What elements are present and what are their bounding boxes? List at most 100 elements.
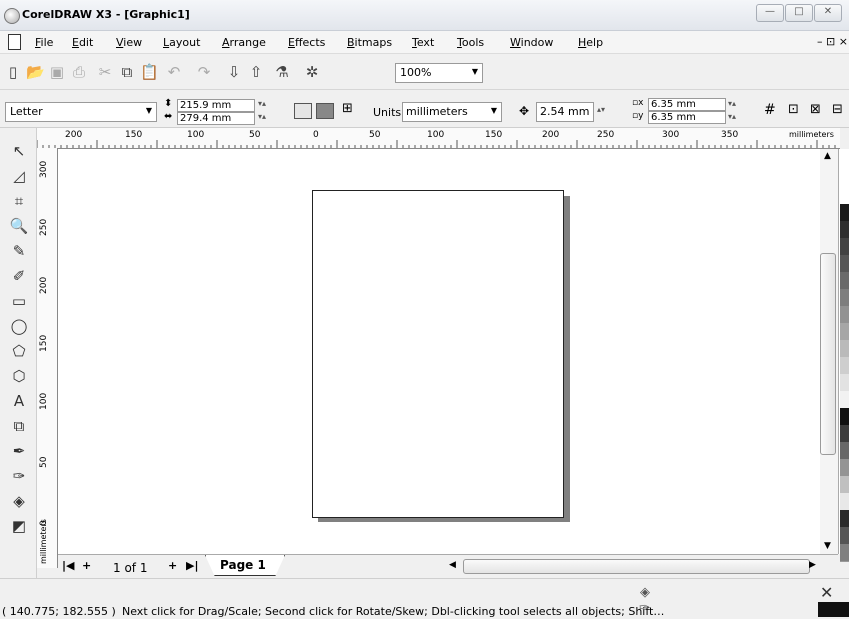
drawing-page[interactable]: [312, 190, 564, 518]
dup-y-spinner-icon[interactable]: ▾▴: [728, 112, 736, 121]
scroll-left-icon[interactable]: ◀: [449, 560, 456, 570]
vertical-ruler[interactable]: 300 250 200 150 100 50 0 millimeters: [37, 148, 58, 568]
rectangle-tool-icon[interactable]: ▭: [8, 290, 30, 312]
page-height-field[interactable]: 279.4 mm: [177, 112, 255, 125]
palette-swatch[interactable]: [840, 272, 849, 290]
undo-icon[interactable]: ↶: [165, 63, 183, 81]
portrait-button[interactable]: [294, 103, 312, 119]
landscape-button[interactable]: [316, 103, 334, 119]
width-spinner-icon[interactable]: ▾▴: [258, 99, 266, 108]
document-icon[interactable]: [8, 34, 21, 50]
menu-text[interactable]: Text: [412, 36, 434, 49]
snap-to-grid-icon[interactable]: #: [764, 102, 776, 118]
pick-tool-icon[interactable]: ↖: [8, 140, 30, 162]
nudge-distance-field[interactable]: 2.54 mm: [536, 102, 594, 122]
menu-effects[interactable]: Effects: [288, 36, 325, 49]
menu-help[interactable]: Help: [578, 36, 603, 49]
palette-swatch[interactable]: [840, 357, 849, 375]
import-icon[interactable]: ⇩: [225, 63, 243, 81]
cut-icon[interactable]: ✂: [96, 63, 114, 81]
palette-swatch[interactable]: [840, 187, 849, 205]
menu-tools[interactable]: Tools: [457, 36, 484, 49]
horizontal-ruler[interactable]: 200 150 100 50 0 50 100 150 200 250 300 …: [37, 128, 840, 149]
snap-to-guidelines-icon[interactable]: ⊡: [788, 102, 799, 117]
palette-swatch[interactable]: [840, 459, 849, 477]
palette-swatch[interactable]: [840, 374, 849, 392]
text-tool-icon[interactable]: A: [8, 390, 30, 412]
outline-tool-icon[interactable]: ✑: [8, 465, 30, 487]
outline-color-swatch[interactable]: [818, 602, 849, 617]
scroll-down-icon[interactable]: ▼: [824, 541, 831, 551]
snap-to-objects-icon[interactable]: ⊠: [810, 102, 821, 117]
print-icon[interactable]: ⎙: [70, 63, 88, 81]
palette-swatch[interactable]: [840, 425, 849, 443]
paste-icon[interactable]: 📋: [140, 63, 159, 81]
duplicate-distance-x-field[interactable]: 6.35 mm: [648, 98, 726, 111]
new-document-icon[interactable]: ▯: [4, 63, 22, 81]
units-select[interactable]: millimeters ▼: [402, 102, 502, 122]
menu-file[interactable]: File: [35, 36, 53, 49]
palette-swatch[interactable]: [840, 544, 849, 562]
maximize-button[interactable]: □: [785, 4, 813, 22]
add-page-before-button[interactable]: +: [82, 559, 91, 572]
redo-icon[interactable]: ↷: [195, 63, 213, 81]
interactive-fill-tool-icon[interactable]: ◩: [8, 515, 30, 537]
add-page-after-button[interactable]: +: [168, 559, 177, 572]
page-width-field[interactable]: 215.9 mm: [177, 99, 255, 112]
vertical-scrollbar[interactable]: ▲ ▼: [820, 149, 838, 554]
close-button[interactable]: ✕: [814, 4, 842, 22]
palette-swatch[interactable]: [840, 306, 849, 324]
nudge-spinner-icon[interactable]: ▴▾: [597, 105, 605, 114]
menu-edit[interactable]: Edit: [72, 36, 93, 49]
height-spinner-icon[interactable]: ▾▴: [258, 112, 266, 121]
first-page-button[interactable]: |◀: [62, 559, 74, 572]
ellipse-tool-icon[interactable]: ◯: [8, 315, 30, 337]
duplicate-distance-y-field[interactable]: 6.35 mm: [648, 111, 726, 124]
minimize-button[interactable]: —: [756, 4, 784, 22]
scroll-up-icon[interactable]: ▲: [824, 151, 831, 161]
outline-indicator-icon[interactable]: ✑: [639, 601, 650, 616]
palette-swatch[interactable]: [840, 442, 849, 460]
menu-view[interactable]: View: [116, 36, 142, 49]
palette-swatch[interactable]: [840, 255, 849, 273]
palette-swatch[interactable]: [840, 204, 849, 222]
open-icon[interactable]: 📂: [26, 63, 45, 81]
palette-swatch[interactable]: [840, 476, 849, 494]
document-window-controls[interactable]: – ⊡ ×: [817, 35, 848, 48]
palette-swatch[interactable]: [840, 221, 849, 239]
palette-swatch[interactable]: [840, 340, 849, 358]
palette-swatch[interactable]: [840, 493, 849, 511]
palette-swatch[interactable]: [840, 408, 849, 426]
palette-swatch[interactable]: [840, 391, 849, 409]
page-tab[interactable]: Page 1: [205, 555, 285, 576]
menu-bitmaps[interactable]: Bitmaps: [347, 36, 392, 49]
palette-swatch[interactable]: [840, 527, 849, 545]
menu-arrange[interactable]: Arrange: [222, 36, 266, 49]
layout-options-icon[interactable]: ⊞: [342, 101, 353, 116]
copy-icon[interactable]: ⧉: [118, 63, 136, 81]
eyedropper-tool-icon[interactable]: ✒: [8, 440, 30, 462]
basic-shapes-tool-icon[interactable]: ⬡: [8, 365, 30, 387]
welcome-screen-icon[interactable]: ✲: [303, 63, 321, 81]
smart-fill-tool-icon[interactable]: ✐: [8, 265, 30, 287]
palette-swatch[interactable]: [840, 238, 849, 256]
horizontal-scroll-thumb[interactable]: [463, 559, 810, 574]
palette-swatch[interactable]: [840, 289, 849, 307]
menu-layout[interactable]: Layout: [163, 36, 200, 49]
menu-window[interactable]: Window: [510, 36, 553, 49]
vertical-scroll-thumb[interactable]: [820, 253, 836, 455]
dup-x-spinner-icon[interactable]: ▾▴: [728, 99, 736, 108]
dynamic-guides-icon[interactable]: ⊟: [832, 102, 843, 117]
paper-type-select[interactable]: Letter ▼: [5, 102, 157, 122]
drawing-canvas[interactable]: [58, 149, 820, 554]
last-page-button[interactable]: ▶|: [186, 559, 198, 572]
application-launcher-icon[interactable]: ⚗: [273, 63, 291, 81]
export-icon[interactable]: ⇧: [247, 63, 265, 81]
polygon-tool-icon[interactable]: ⬠: [8, 340, 30, 362]
zoom-level-select[interactable]: 100% ▼: [395, 63, 483, 83]
palette-swatch[interactable]: [840, 510, 849, 528]
freehand-tool-icon[interactable]: ✎: [8, 240, 30, 262]
fill-indicator-icon[interactable]: ◈: [640, 585, 650, 600]
shape-tool-icon[interactable]: ◿: [8, 165, 30, 187]
crop-tool-icon[interactable]: ⌗: [8, 190, 30, 212]
